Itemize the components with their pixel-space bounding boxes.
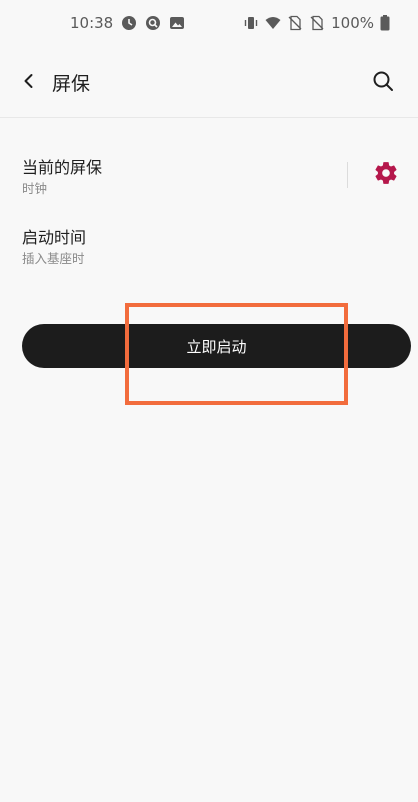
back-arrow-icon (20, 72, 38, 94)
search-icon (372, 70, 394, 96)
quick-search-icon (145, 15, 161, 31)
when-to-start-summary: 插入基座时 (22, 251, 85, 266)
current-screensaver-row[interactable]: 当前的屏保 时钟 (0, 140, 418, 210)
app-bar: 屏保 (0, 58, 418, 108)
app-bar-divider (0, 117, 418, 118)
status-time: 10:38 (70, 14, 114, 32)
wifi-icon (265, 15, 281, 31)
battery-icon (380, 15, 396, 31)
page-title: 屏保 (52, 73, 91, 95)
when-to-start-title: 启动时间 (22, 228, 87, 247)
start-now-button[interactable]: 立即启动 (22, 324, 411, 368)
screensaver-settings-button[interactable] (370, 159, 402, 191)
back-button[interactable] (14, 68, 44, 98)
status-bar: 10:38 100% (0, 0, 418, 46)
when-to-start-row[interactable]: 启动时间 插入基座时 (0, 212, 418, 278)
current-screensaver-summary: 时钟 (22, 181, 48, 196)
status-right: 100% (243, 14, 396, 32)
no-sim-icon (309, 15, 325, 31)
no-sim-icon (287, 15, 303, 31)
gear-icon (373, 160, 399, 190)
search-button[interactable] (368, 68, 398, 98)
row-separator (347, 162, 348, 188)
status-left: 10:38 (70, 14, 185, 32)
clock-app-icon (121, 15, 137, 31)
current-screensaver-title: 当前的屏保 (22, 158, 103, 177)
vibrate-icon (243, 15, 259, 31)
gallery-icon (169, 15, 185, 31)
battery-percent: 100% (331, 14, 374, 32)
